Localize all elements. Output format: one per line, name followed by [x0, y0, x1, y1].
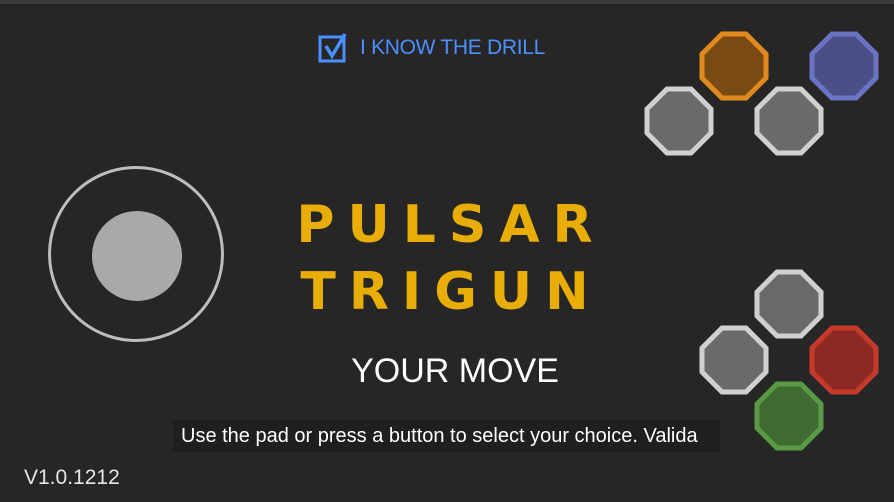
- green-button[interactable]: [753, 380, 825, 452]
- checkbox-checked-icon[interactable]: [318, 33, 348, 63]
- game-title-line1: PULSAR: [296, 195, 606, 255]
- version-label: V1.0.1212: [24, 466, 120, 489]
- gray-right-button-top[interactable]: [753, 85, 825, 157]
- drill-toggle[interactable]: I KNOW THE DRILL: [318, 31, 545, 65]
- instruction-banner: Use the pad or press a button to select …: [173, 420, 720, 452]
- instruction-text: Use the pad or press a button to select …: [181, 425, 698, 447]
- top-bar: [0, 0, 894, 4]
- drill-toggle-label: I KNOW THE DRILL: [360, 36, 546, 59]
- gray-left-button-top[interactable]: [643, 85, 715, 157]
